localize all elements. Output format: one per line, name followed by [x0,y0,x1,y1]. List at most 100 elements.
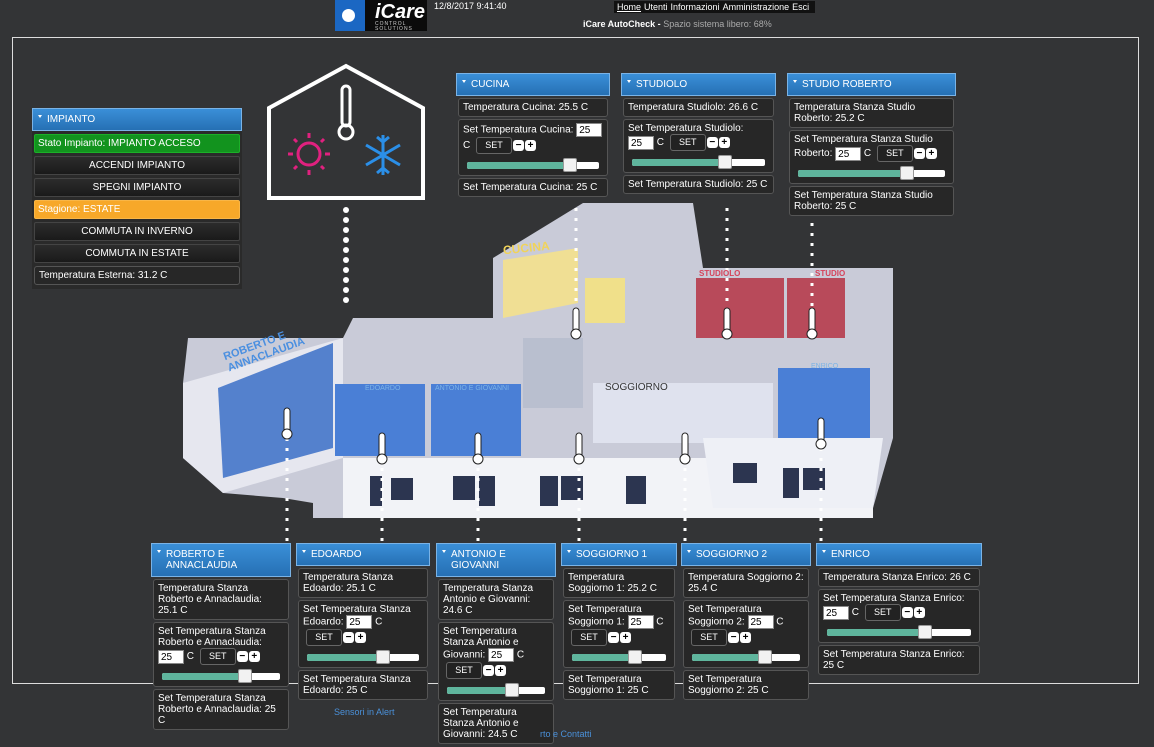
room-panel-studiolo: STUDIOLO Temperatura Studiolo: 26.6 C Se… [621,73,776,196]
accendi-impianto-button[interactable]: ACCENDI IMPIANTO [34,156,240,175]
setpoint-slider[interactable] [827,625,971,639]
unit-label: C [375,616,383,628]
nav-amministrazione[interactable]: Amministrazione [723,2,790,12]
plus-icon[interactable]: + [718,137,730,148]
nav-utenti[interactable]: Utenti [644,2,668,12]
room-temperature: Temperatura Stanza Enrico: 26 C [818,568,980,587]
slider-handle[interactable] [504,683,519,697]
room-temperature: Temperatura Stanza Roberto e Annaclaudia… [153,579,289,620]
supporto-contatti-link[interactable]: rto e Contatti [540,729,592,739]
current-setpoint: Set Temperatura Stanza Edoardo: 25 C [298,670,428,700]
plus-icon[interactable]: + [248,651,260,662]
room-header[interactable]: STUDIOLO [621,73,776,96]
minus-icon[interactable]: − [728,632,739,643]
setpoint-slider[interactable] [632,155,765,169]
setpoint-slider[interactable] [692,650,800,664]
room-temperature: Temperatura Stanza Antonio e Giovanni: 2… [438,579,554,620]
setpoint-slider[interactable] [307,650,419,664]
plus-icon[interactable]: + [740,632,751,643]
minus-icon[interactable]: − [513,140,525,151]
room-setpoint-control: Set Temperatura Stanza Studio Roberto: 2… [789,130,954,184]
slider-handle[interactable] [917,625,932,639]
set-button[interactable]: SET [669,134,706,151]
room-setpoint-control: Set Temperatura Soggiorno 1: 25 C SET − + [563,600,675,668]
room-temperature: Temperatura Soggiorno 1: 25.2 C [563,568,675,598]
room-header[interactable]: ENRICO [816,543,982,566]
setpoint-input[interactable]: 25 [158,649,184,664]
slider-handle[interactable] [237,669,252,683]
nav-informazioni[interactable]: Informazioni [671,2,720,12]
setpoint-slider[interactable] [572,650,666,664]
setpoint-slider[interactable] [798,166,945,180]
slider-handle[interactable] [376,650,391,664]
set-button[interactable]: SET [571,629,607,646]
setpoint-slider[interactable] [162,669,280,683]
set-button[interactable]: SET [306,629,342,646]
current-setpoint: Set Temperatura Stanza Studio Roberto: 2… [789,186,954,216]
plus-icon[interactable]: + [620,632,631,643]
plus-icon[interactable]: + [355,632,366,643]
setpoint-input[interactable]: 25 [576,123,603,137]
setpoint-input[interactable]: 25 [835,146,862,161]
set-button[interactable]: SET [691,629,727,646]
minus-icon[interactable]: − [608,632,619,643]
room-setpoint-control: Set Temperatura Stanza Edoardo: 25 C SET… [298,600,428,668]
sensori-alert-link[interactable]: Sensori in Alert [334,707,395,717]
minus-icon[interactable]: − [901,607,913,618]
commuta-inverno-button[interactable]: COMMUTA IN INVERNO [34,222,240,241]
room-header[interactable]: STUDIO ROBERTO [787,73,956,96]
datetime: 12/8/2017 9:41:40 [434,1,507,11]
set-button[interactable]: SET [476,137,513,154]
plus-icon[interactable]: + [495,665,506,676]
plus-icon[interactable]: + [925,148,937,159]
room-panel-antonio: ANTONIO E GIOVANNI Temperatura Stanza An… [436,543,556,746]
set-button[interactable]: SET [864,604,901,621]
room-panel-cucina: CUCINA Temperatura Cucina: 25.5 C Set Te… [456,73,610,199]
room-temperature: Temperatura Studiolo: 26.6 C [623,98,774,117]
setpoint-input[interactable]: 25 [747,615,774,629]
setpoint-input[interactable]: 25 [346,615,373,629]
room-panel-studio-roberto: STUDIO ROBERTO Temperatura Stanza Studio… [787,73,956,218]
setpoint-slider[interactable] [447,683,545,697]
room-header[interactable]: ANTONIO E GIOVANNI [436,543,556,577]
room-panel-edoardo: EDOARDO Temperatura Stanza Edoardo: 25.1… [296,543,430,702]
autocheck-label: iCare AutoCheck - [583,19,661,29]
setpoint-slider[interactable] [467,158,599,172]
system-space: Spazio sistema libero: 68% [663,19,772,29]
slider-handle[interactable] [627,650,642,664]
room-header[interactable]: CUCINA [456,73,610,96]
set-button[interactable]: SET [199,648,236,665]
plus-icon[interactable]: + [913,607,925,618]
setpoint-input[interactable]: 25 [488,648,515,662]
impianto-panel: IMPIANTO Stato Impianto: IMPIANTO ACCESO… [32,108,242,289]
slider-handle[interactable] [899,166,914,180]
plus-icon[interactable]: + [525,140,537,151]
setpoint-input[interactable]: 25 [823,605,849,620]
slider-handle[interactable] [562,158,577,172]
setpoint-input[interactable]: 25 [628,135,654,150]
room-header[interactable]: ROBERTO E ANNACLAUDIA [151,543,291,577]
slider-handle[interactable] [758,650,773,664]
impianto-header[interactable]: IMPIANTO [32,108,242,131]
room-header[interactable]: EDOARDO [296,543,430,566]
minus-icon[interactable]: − [913,148,925,159]
room-header[interactable]: SOGGIORNO 2 [681,543,811,566]
minus-icon[interactable]: − [343,632,354,643]
logo: iCare CONTROL SOLUTIONS [335,0,427,31]
slider-handle[interactable] [718,155,733,169]
minus-icon[interactable]: − [483,665,494,676]
set-button[interactable]: SET [876,145,913,162]
nav-esci[interactable]: Esci [792,2,809,12]
logo-eye-icon [335,0,365,31]
minus-icon[interactable]: − [236,651,248,662]
commuta-estate-button[interactable]: COMMUTA IN ESTATE [34,244,240,263]
set-button[interactable]: SET [446,662,482,679]
spegni-impianto-button[interactable]: SPEGNI IMPIANTO [34,178,240,197]
stagione-status: Stagione: ESTATE [34,200,240,219]
setpoint-input[interactable]: 25 [627,615,654,629]
setpoint-label: Set Temperatura Stanza Enrico: [823,593,965,604]
unit-label: C [656,616,664,628]
minus-icon[interactable]: − [706,137,718,148]
room-header[interactable]: SOGGIORNO 1 [561,543,677,566]
nav-home[interactable]: Home [617,2,641,12]
